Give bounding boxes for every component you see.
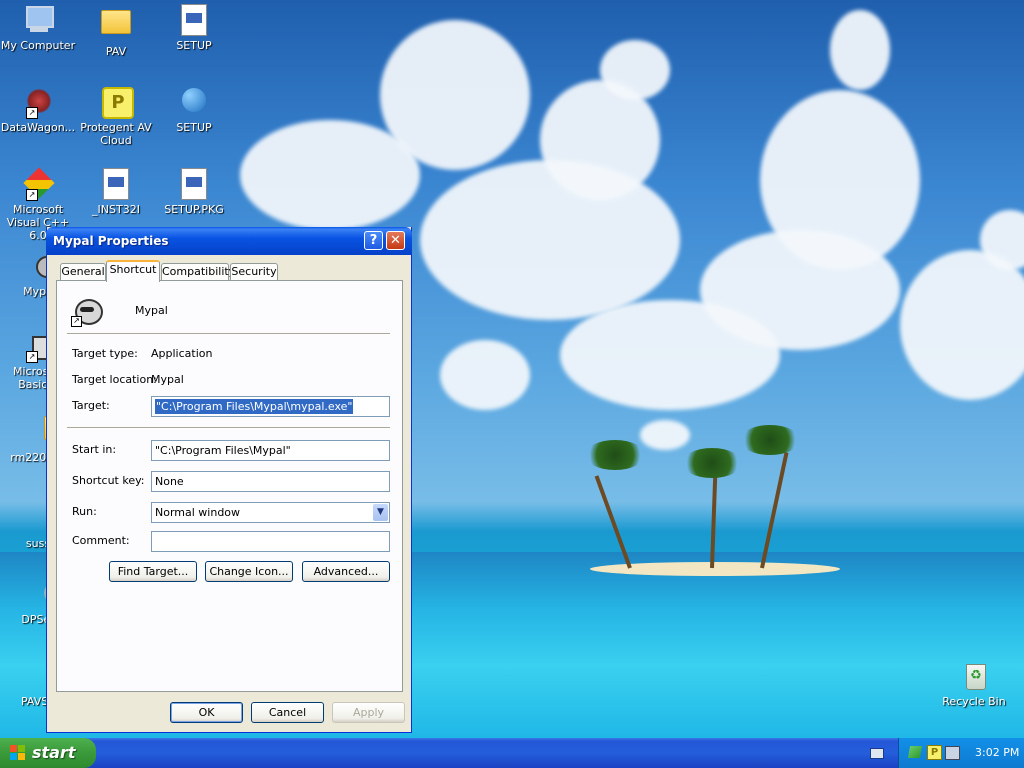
globe-setup-icon [178, 86, 210, 118]
protegent-tray-icon[interactable]: P [927, 745, 942, 760]
run-label: Run: [72, 505, 97, 518]
computer-icon [22, 4, 54, 36]
target-type-value: Application [151, 347, 213, 360]
clock: 3:02 PM [975, 746, 1020, 759]
recycle-bin-icon: ♻ [958, 660, 990, 692]
visual-cpp-icon: ↗ [22, 167, 55, 201]
shortcut-key-input[interactable]: None [151, 471, 390, 492]
cloud [600, 40, 670, 100]
tab-shortcut[interactable]: Shortcut [106, 260, 160, 282]
cloud [640, 420, 690, 450]
start-in-input[interactable]: "C:\Program Files\Mypal" [151, 440, 390, 461]
system-tray: P 3:02 PM [898, 738, 1024, 768]
keyboard-icon[interactable] [870, 748, 884, 759]
desktop-icon-pav[interactable]: PAV [78, 4, 154, 58]
protegent-icon: P [100, 86, 134, 119]
change-icon-button[interactable]: Change Icon... [205, 561, 293, 582]
close-icon: ✕ [390, 233, 401, 248]
desktop-icon-setup-pkg[interactable]: SETUP.PKG [156, 168, 232, 216]
tab-general[interactable]: General [60, 263, 106, 281]
cloud [440, 340, 530, 410]
cloud [830, 10, 890, 90]
ok-button[interactable]: OK [170, 702, 243, 723]
comment-input[interactable] [151, 531, 390, 552]
run-select-value: Normal window [155, 506, 241, 519]
shortcut-key-label: Shortcut key: [72, 474, 145, 487]
palm-crown [740, 425, 800, 455]
desktop-icon-recycle-bin[interactable]: ♻ Recycle Bin [936, 660, 1012, 708]
target-location-label: Target location: [72, 373, 157, 386]
taskbar: start P 3:02 PM [0, 738, 1024, 768]
advanced-button[interactable]: Advanced... [302, 561, 390, 582]
desktop-icon-setup-2[interactable]: SETUP [156, 86, 232, 134]
title-bar[interactable]: Mypal Properties ? ✕ [46, 227, 412, 255]
run-select[interactable]: Normal window ▼ [151, 502, 390, 523]
dialog-title: Mypal Properties [53, 234, 169, 248]
palm-trunk [760, 452, 789, 569]
connection-icon[interactable] [945, 746, 960, 760]
palm-crown [585, 440, 645, 470]
shortcut-tab-panel: ↗ Mypal Target type: Application Target … [56, 280, 403, 692]
comment-label: Comment: [72, 534, 130, 547]
network-icon[interactable] [907, 746, 923, 758]
app-name: Mypal [135, 304, 168, 317]
tab-security[interactable]: Security [230, 263, 278, 281]
desktop-icon-protegent[interactable]: P Protegent AV Cloud [78, 86, 154, 147]
start-in-label: Start in: [72, 443, 117, 456]
desktop-icon-setup[interactable]: SETUP [156, 4, 232, 52]
close-button[interactable]: ✕ [386, 231, 405, 250]
mypal-properties-dialog: Mypal Properties ? ✕ General Shortcut Co… [46, 227, 412, 733]
cloud [900, 250, 1024, 400]
target-location-value: Mypal [151, 373, 184, 386]
folder-icon [100, 10, 132, 42]
desktop-icon-inst32i[interactable]: _INST32I [78, 168, 154, 216]
raccoon-icon: ↗ [71, 295, 103, 327]
cloud [380, 20, 530, 170]
cloud [560, 300, 780, 410]
desktop-icon-datawagon[interactable]: ↗ DataWagon... [0, 86, 76, 134]
datawagon-icon: ↗ [22, 86, 54, 119]
chevron-down-icon[interactable]: ▼ [373, 504, 388, 521]
palm-crown [682, 448, 742, 478]
apply-button[interactable]: Apply [332, 702, 405, 723]
help-button[interactable]: ? [364, 231, 383, 250]
start-label: start [32, 743, 76, 762]
cloud [420, 160, 680, 320]
cancel-button[interactable]: Cancel [251, 702, 324, 723]
desktop-icon-my-computer[interactable]: My Computer [0, 4, 76, 52]
target-input[interactable]: "C:\Program Files\Mypal\mypal.exe" [151, 396, 390, 417]
separator [67, 333, 390, 335]
tab-compatibility[interactable]: Compatibility [161, 263, 235, 281]
target-label: Target: [72, 399, 110, 412]
setup-icon [178, 4, 210, 36]
target-type-label: Target type: [72, 347, 138, 360]
separator [67, 427, 390, 429]
start-button[interactable]: start [0, 738, 96, 768]
windows-flag-icon [10, 745, 26, 761]
target-input-selection: "C:\Program Files\Mypal\mypal.exe" [155, 399, 354, 414]
find-target-button[interactable]: Find Target... [109, 561, 197, 582]
file-icon [178, 168, 210, 200]
file-icon [100, 168, 132, 200]
